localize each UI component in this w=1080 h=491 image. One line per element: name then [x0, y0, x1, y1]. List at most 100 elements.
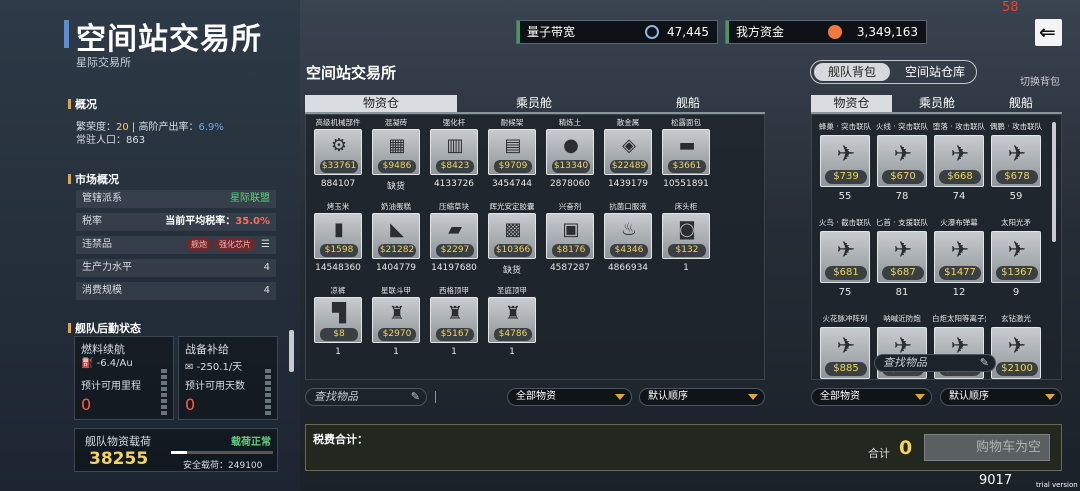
ship-card: ✈ $687	[877, 231, 927, 283]
item-count: 4587287	[549, 263, 591, 273]
goods-item[interactable]: 烤玉米 ▮ $1598 14548360	[312, 201, 364, 281]
funds-bar: 我方资金 3,349,163	[725, 20, 927, 44]
fuel-gauge	[161, 369, 167, 417]
cake-icon: ◣	[390, 219, 404, 240]
right-tab-ships[interactable]: 舰船	[980, 95, 1062, 112]
item-price: $3661	[668, 160, 706, 173]
center-title: 空间站交易所	[306, 64, 397, 82]
center-search-input[interactable]: 查找物品 ✎	[305, 388, 427, 406]
item-count: 4133726	[433, 179, 475, 189]
contraband-tag[interactable]: 强化芯片	[214, 238, 257, 251]
tab-fleet-backpack[interactable]: 舰队背包	[814, 63, 890, 81]
ship-count: 81	[895, 287, 909, 298]
goods-item[interactable]: 高级机械部件 ⚙ $33761 884107	[312, 117, 364, 197]
right-scrollbar[interactable]	[1052, 122, 1056, 242]
switch-backpack-link[interactable]: 切换背包	[1020, 73, 1060, 88]
ship-item[interactable]: 火瀑布弹幕 ✈ $1477 12	[932, 217, 986, 307]
faction-label: 管辖派系	[82, 193, 122, 204]
goods-item[interactable]: 混凝砖 ▦ $9486 缺货	[370, 117, 422, 197]
item-card: ◈ $22489	[604, 129, 652, 175]
contraband-tag[interactable]: 舰炮	[186, 238, 213, 251]
left-scrollbar[interactable]	[289, 330, 294, 372]
item-name: 床头柜	[674, 202, 698, 211]
fleet-status-heading: 舰队后勤状态	[68, 320, 141, 336]
goods-item[interactable]: 辉光安定胶囊 ▩ $10366 缺货	[486, 201, 538, 281]
center-filter-dropdown[interactable]: 全部物资	[507, 388, 632, 406]
right-tab-goods[interactable]: 物资仓	[811, 95, 892, 112]
ship-item[interactable]: 火鸟 · 截击联队 ✈ $681 75	[818, 217, 872, 307]
ship-item[interactable]: 太阳光矛 ✈ $1367 9	[989, 217, 1043, 307]
ship-item[interactable]: 蜂巢 · 突击联队 ✈ $739 55	[818, 121, 872, 211]
cargo-value: 38255	[89, 449, 149, 469]
fps-counter: 58	[1002, 0, 1019, 15]
goods-item[interactable]: 兴奋剂 ▣ $8176 4587287	[544, 201, 596, 281]
right-sort-dropdown[interactable]: 默认顺序	[940, 388, 1062, 406]
ship-count: 78	[895, 191, 909, 202]
tab-goods[interactable]: 物资仓	[305, 95, 457, 112]
ship-card: ✈ $2100	[991, 327, 1041, 379]
back-button[interactable]: ⇐	[1035, 19, 1062, 46]
ship-item[interactable]: 火线 · 突击联队 ✈ $670 78	[875, 121, 929, 211]
ship-item[interactable]: 堕落 · 攻击联队 ✈ $668 74	[932, 121, 986, 211]
item-card: ▜ $8	[314, 297, 362, 343]
supply-box: 战备补给 ✉ -250.1/天 预计可用天数 0	[178, 336, 278, 420]
item-price: $5167	[436, 328, 474, 341]
item-price: $4786	[494, 328, 532, 341]
item-count: 1	[451, 347, 457, 357]
page-subtitle: 星际交易所	[76, 56, 131, 69]
ship-price: $668	[939, 170, 981, 184]
goods-item[interactable]: 抗菌口服液 ♨ $4346 4866934	[602, 201, 654, 281]
goods-item[interactable]: 床头柜 ◙ $132 1	[660, 201, 712, 281]
overview-line2: 常驻人口：863	[76, 131, 145, 146]
goods-item[interactable]: 松露面包 ▬ $3661 10551891	[660, 117, 712, 197]
days-label: 预计可用天数	[185, 381, 245, 392]
ship-item[interactable]: 偶鹏 · 攻击联队 ✈ $678 59	[989, 121, 1043, 211]
goods-item[interactable]: 压缩草块 ▰ $2297 14197680	[428, 201, 480, 281]
item-name: 高级机械部件	[315, 118, 361, 127]
item-price: $33761	[320, 160, 358, 173]
item-name: 辉光安定胶囊	[489, 202, 535, 211]
item-count: 1	[509, 347, 515, 357]
bandwidth-label: 量子带宽	[527, 25, 576, 39]
title-accent	[64, 20, 69, 48]
ship-name: 火鸟 · 截击联队	[818, 218, 872, 227]
item-card: ♨ $4346	[604, 213, 652, 259]
right-tab-crew[interactable]: 乘员舱	[896, 95, 978, 112]
ship-item[interactable]: 火花脉冲阵列✈$8857	[818, 313, 872, 379]
ship-count: 9	[1012, 287, 1020, 298]
tab-ships[interactable]: 舰船	[612, 95, 764, 112]
right-filter-dropdown[interactable]: 全部物资	[811, 388, 932, 406]
ship-item[interactable]: 玄钻激光✈$21003	[989, 313, 1043, 379]
tab-crew[interactable]: 乘员舱	[458, 95, 610, 112]
goods-item[interactable]: 星联斗甲 ♜ $2970 1	[370, 285, 422, 365]
item-card: ♜ $5167	[430, 297, 478, 343]
goods-item[interactable]: 精炼土 ● $13340 2878060	[544, 117, 596, 197]
right-search-input[interactable]: 查找物品 ✎	[874, 354, 996, 372]
cart-button[interactable]: 购物车为空	[924, 434, 1050, 461]
goods-item[interactable]: 西格顶甲 ♜ $5167 1	[428, 285, 480, 365]
goods-item[interactable]: 圣庭顶甲 ♜ $4786 1	[486, 285, 538, 365]
potion-icon: ♨	[620, 219, 638, 240]
brick-icon: ▦	[388, 135, 406, 156]
ship-item[interactable]: 匕首 · 支援联队 ✈ $687 81	[875, 217, 929, 307]
goods-item[interactable]: 散金属 ◈ $22489 1439179	[602, 117, 654, 197]
ship-name: 蜂巢 · 突击联队	[818, 122, 872, 131]
menu-icon[interactable]: ☰	[261, 239, 270, 250]
ship-name: 玄钻激光	[1001, 314, 1031, 323]
ship-icon: ✈	[893, 238, 913, 263]
tab-station-warehouse[interactable]: 空间站仓库	[897, 63, 973, 81]
pants-icon: ▜	[332, 303, 346, 324]
goods-item[interactable]: 耐候架 ▤ $9709 3454744	[486, 117, 538, 197]
high-output-label: 高阶产出率：	[138, 122, 199, 133]
center-sort-dropdown[interactable]: 默认顺序	[639, 388, 765, 406]
goods-item[interactable]: 奶油蛋糕 ◣ $21282 1404779	[370, 201, 422, 281]
ship-card: ✈ $668	[934, 135, 984, 187]
ship-count: 55	[838, 191, 852, 202]
item-count: 14197680	[431, 263, 477, 273]
goods-item[interactable]: 凉裤 ▜ $8 1	[312, 285, 364, 365]
ship-price: $1367	[996, 266, 1038, 280]
sort-label: 默认顺序	[949, 391, 989, 402]
ship-price: $670	[882, 170, 924, 184]
supply-value-wrap: ✉ -250.1/天	[185, 358, 242, 373]
goods-item[interactable]: 强化杆 ▥ $8423 4133726	[428, 117, 480, 197]
